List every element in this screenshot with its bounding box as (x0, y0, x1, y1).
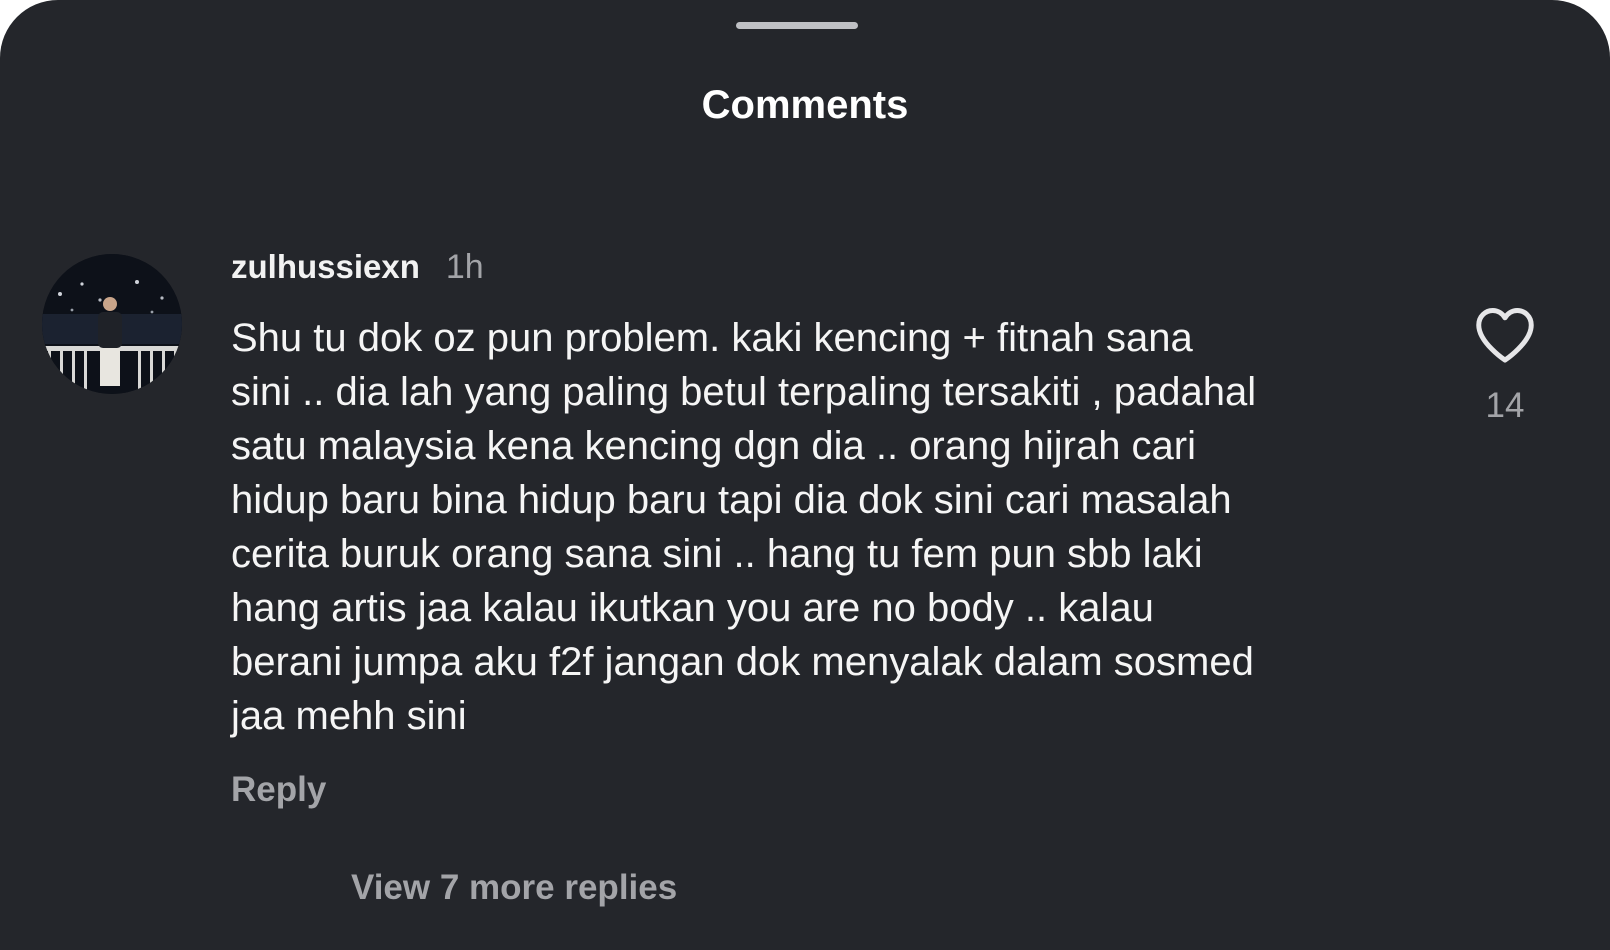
timestamp: 1h (445, 247, 484, 286)
comment-text-line: berani jumpa aku f2f jangan dok menyalak… (231, 640, 1254, 684)
comment-meta: zulhussiexn 1h (231, 244, 484, 290)
drag-handle[interactable] (736, 22, 858, 29)
like-button[interactable] (1470, 300, 1540, 370)
like-count: 14 (1485, 386, 1525, 425)
comment-text: Shu tu dok oz pun problem. kaki kencing … (231, 311, 1406, 743)
comment-text-line: sini .. dia lah yang paling betul terpal… (231, 370, 1257, 414)
comment-text-line: hidup baru bina hidup baru tapi dia dok … (231, 478, 1232, 522)
comment-text-line: jaa mehh sini (231, 694, 467, 738)
comments-sheet: Comments zulhussiexn 1h Shu tu dok oz pu… (0, 0, 1610, 950)
reply-button[interactable]: Reply (231, 768, 326, 812)
heart-outline-icon (1476, 308, 1534, 363)
comment-text-line: hang artis jaa kalau ikutkan you are no … (231, 586, 1154, 630)
username-link[interactable]: zulhussiexn (231, 248, 420, 286)
avatar[interactable] (42, 254, 182, 394)
comment-text-line: cerita buruk orang sana sini .. hang tu … (231, 532, 1203, 576)
comment-text-line: Shu tu dok oz pun problem. kaki kencing … (231, 316, 1193, 360)
view-more-replies-button[interactable]: View 7 more replies (351, 866, 677, 910)
comment-text-line: satu malaysia kena kencing dgn dia .. or… (231, 424, 1196, 468)
avatar-photo-icon (42, 254, 182, 394)
sheet-title: Comments (701, 83, 909, 127)
